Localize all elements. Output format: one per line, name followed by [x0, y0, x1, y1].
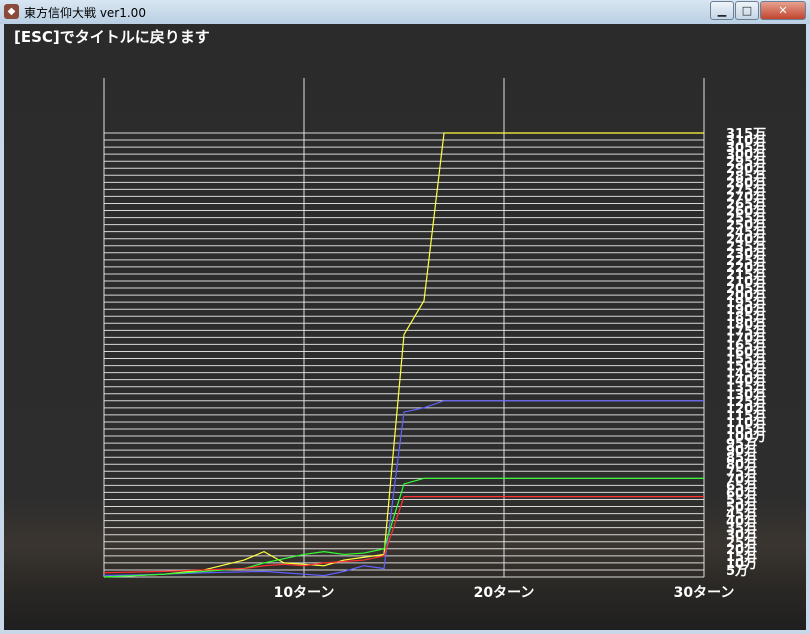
x-tick-label: 30ターン	[674, 585, 735, 601]
app-icon[interactable]: ◆	[4, 4, 19, 19]
maximize-button[interactable]: □	[735, 1, 759, 20]
x-tick-label: 10ターン	[274, 585, 335, 601]
series-line	[103, 132, 704, 578]
title-bar[interactable]: ◆ 東方信仰大戦 ver1.00 ▁ □ ✕	[0, 0, 810, 24]
series-line	[103, 400, 704, 577]
window-title: 東方信仰大戦 ver1.00	[24, 6, 146, 20]
close-button[interactable]: ✕	[760, 1, 806, 20]
minimize-button[interactable]: ▁	[710, 1, 734, 20]
y-tick-label: 315万	[726, 127, 766, 142]
faith-line-chart: 10ターン 20ターン 30ターン5万10万15万20万25万30万35万40万45…	[103, 78, 766, 601]
game-window: ◆ 東方信仰大戦 ver1.00 ▁ □ ✕ 10ターン 20ターン 30ターン 5万…	[0, 0, 810, 634]
x-tick-label: 20ターン	[474, 585, 535, 601]
game-client-area: 10ターン 20ターン 30ターン 5万 10万 15万 20万 25万 30万 35万 40万 45…	[4, 24, 806, 630]
esc-hint-text: [ESC]でタイトルに戻ります	[14, 28, 210, 46]
